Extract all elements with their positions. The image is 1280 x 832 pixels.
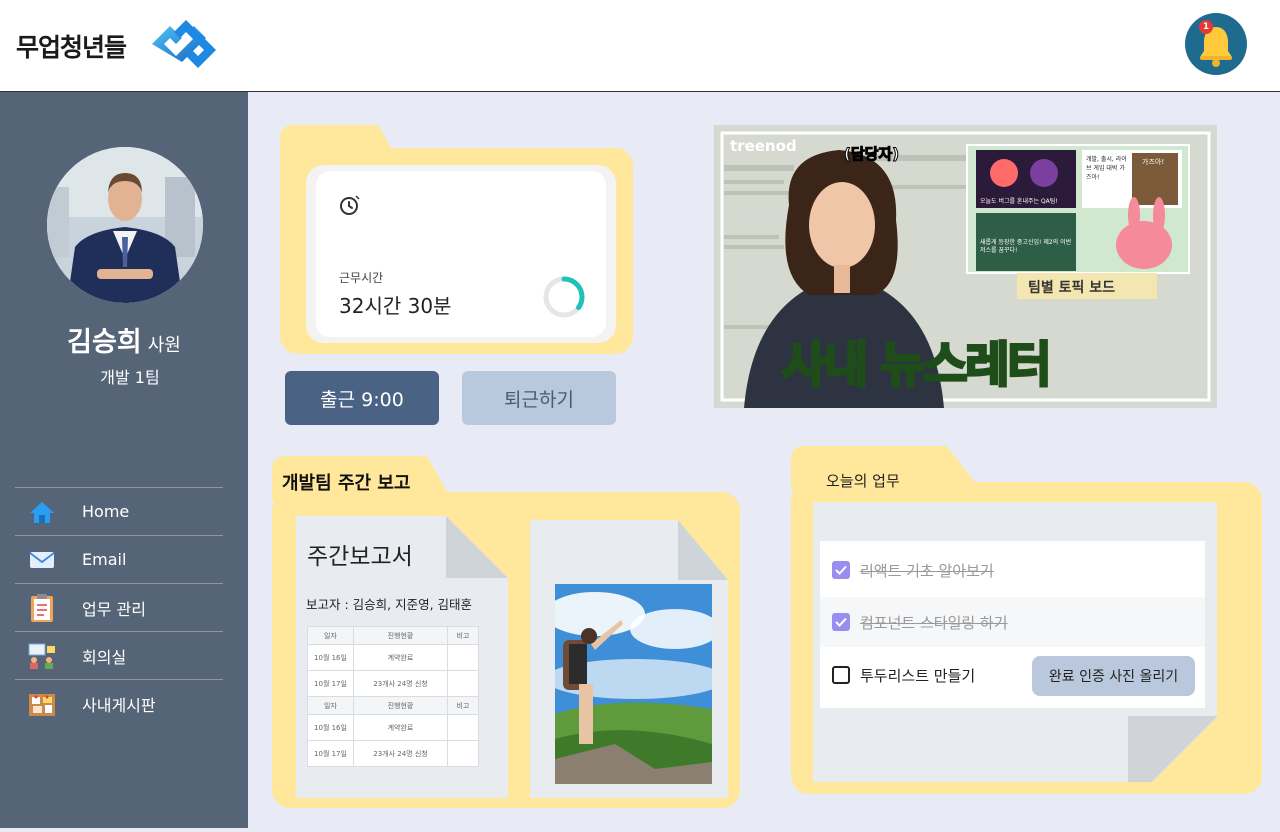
- table-header: 비고: [447, 696, 479, 715]
- sidebar-item-bulletin-board[interactable]: 사내게시판: [15, 679, 223, 727]
- todo-item-label: 컴포넌트 스타일링 하기: [860, 613, 1008, 632]
- newsletter-headline-b: 뉴스레터: [880, 336, 1054, 395]
- user-rank: 사원: [147, 335, 181, 356]
- table-row: 10월 17일 23개사 24명 신청: [307, 740, 479, 767]
- sidebar-item-label: Home: [82, 502, 130, 521]
- work-time-value: 32시간 30분: [339, 294, 452, 318]
- bell-icon: [1200, 27, 1232, 67]
- table-cell: [447, 714, 479, 741]
- sidebar-item-meeting-room[interactable]: 회의실: [15, 631, 223, 679]
- table-header: 진행현황: [353, 696, 448, 715]
- sidebar-item-tasks[interactable]: 업무 관리: [15, 583, 223, 631]
- table-header: 비고: [447, 626, 479, 645]
- bulletin-board-icon: [27, 690, 57, 718]
- table-cell: [447, 670, 479, 697]
- sidebar-item-email[interactable]: Email: [15, 535, 223, 583]
- brand-name: 무업청년들: [16, 33, 127, 62]
- newsletter-card-1: 오늘도 버그를 혼내주는 QA팀!: [980, 198, 1058, 205]
- newsletter-card-4: 가즈아!: [1142, 158, 1165, 166]
- table-cell: 계약완료: [353, 714, 448, 741]
- hiker-photo: [555, 584, 712, 784]
- tasks-title: 오늘의 업무: [826, 472, 900, 490]
- page-fold-icon: [1128, 716, 1218, 782]
- newsletter-card-2: 개발, 출시, 라이브 게임 대박 가즈아!: [1086, 156, 1127, 181]
- table-cell: 10월 16일: [307, 644, 354, 671]
- sidebar-item-label: 업무 관리: [82, 599, 146, 619]
- table-cell: 23개사 24명 신청: [353, 670, 448, 697]
- top-header: 무업청년들 1: [0, 0, 1280, 92]
- table-cell: [447, 644, 479, 671]
- report-table: 일자 진행현황 비고 10월 16일 계약완료 10월 17일 23개사 24명…: [307, 626, 479, 767]
- upload-proof-photo-button[interactable]: 완료 인증 사진 올리기: [1032, 656, 1195, 696]
- email-icon: [27, 546, 57, 574]
- table-header-row: 일자 진행현황 비고: [307, 696, 479, 715]
- table-header: 일자: [307, 696, 354, 715]
- table-cell: 23개사 24명 신청: [353, 740, 448, 767]
- todo-item: 리액트 기초 알아보기: [820, 545, 1205, 595]
- sidebar-item-label: Email: [82, 550, 127, 569]
- table-cell: 10월 17일: [307, 740, 354, 767]
- home-icon: [27, 498, 57, 526]
- newsletter-card-3: 새롭게 등장한 중고신입! 제2의 이번저스를 꿈꾸다!: [980, 239, 1072, 254]
- checkbox-checked[interactable]: [832, 613, 850, 631]
- newsletter-channel: treenod: [730, 137, 797, 155]
- user-name: 김승희: [67, 327, 142, 358]
- report-authors: 보고자 : 김승희, 지준영, 김태훈: [306, 597, 473, 612]
- sidebar-item-label: 회의실: [82, 647, 127, 667]
- todo-item-label: 투두리스트 만들기: [860, 666, 976, 685]
- table-row: 10월 17일 23개사 24명 신청: [307, 670, 479, 697]
- check-icon: [835, 565, 847, 575]
- table-row: 10월 16일 계약완료: [307, 644, 479, 671]
- weekly-report-title: 개발팀 주간 보고: [282, 473, 411, 494]
- clock-out-button[interactable]: 퇴근하기: [462, 371, 616, 425]
- check-icon: [835, 617, 847, 627]
- work-time-progress-ring: [543, 276, 585, 318]
- table-cell: [447, 740, 479, 767]
- meeting-room-icon: [27, 642, 57, 670]
- sidebar-item-label: 사내게시판: [82, 695, 156, 715]
- clipboard-icon: [27, 593, 57, 622]
- work-time-label: 근무시간: [339, 271, 384, 285]
- user-team: 개발 1팀: [100, 368, 160, 387]
- table-cell: 계약완료: [353, 644, 448, 671]
- checkbox-unchecked[interactable]: [832, 666, 850, 684]
- newsletter-headline: 사내 뉴스레터: [780, 325, 1054, 395]
- table-row: 10월 16일 계약완료: [307, 714, 479, 741]
- sidebar: 김승희 사원 개발 1팀 Home Email 업무 관리 회의실 사내게시판: [0, 92, 248, 828]
- notification-button[interactable]: 1: [1185, 13, 1247, 75]
- todo-item-label: 리액트 기초 알아보기: [860, 561, 994, 580]
- page-fold-icon: [446, 516, 508, 578]
- todo-item: 컴포넌트 스타일링 하기: [820, 597, 1205, 647]
- table-cell: 10월 16일: [307, 714, 354, 741]
- table-cell: 10월 17일: [307, 670, 354, 697]
- notification-badge: 1: [1199, 20, 1213, 34]
- sidebar-item-home[interactable]: Home: [15, 487, 223, 535]
- newsletter-speaker: (담당자): [843, 145, 900, 164]
- report-document-title: 주간보고서: [307, 544, 413, 570]
- table-header: 일자: [307, 626, 354, 645]
- table-header: 진행현황: [353, 626, 448, 645]
- checkbox-checked[interactable]: [832, 561, 850, 579]
- sidebar-nav: Home Email 업무 관리 회의실 사내게시판: [15, 487, 223, 727]
- clock-in-button[interactable]: 출근 9:00: [285, 371, 439, 425]
- page-fold-icon: [678, 520, 728, 580]
- newsletter-banner[interactable]: treenod (담당자) 오늘도 버그를 혼내주는 QA팀! 개발, 출시, …: [714, 125, 1217, 408]
- table-header-row: 일자 진행현황 비고: [307, 626, 479, 645]
- clock-icon: [340, 195, 360, 215]
- user-name-line: 김승희 사원: [0, 320, 248, 359]
- newsletter-board-label: 팀별 토픽 보드: [1028, 280, 1116, 296]
- avatar: [47, 147, 203, 303]
- brand-logo-icon: [152, 20, 216, 68]
- newsletter-headline-a: 사내: [780, 336, 869, 395]
